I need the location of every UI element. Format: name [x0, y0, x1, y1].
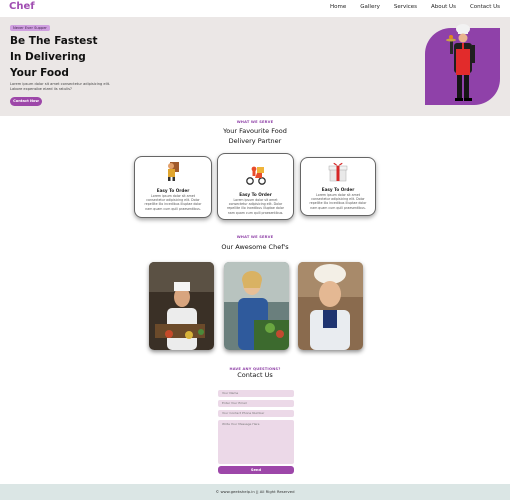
hero-title: Be The Fastest In Delivering Your Food [10, 33, 98, 81]
scooter-delivery-icon [245, 166, 266, 185]
message-textarea[interactable]: Write Your Message Here [218, 420, 294, 464]
chef-illustration [446, 24, 475, 101]
chefs-eyebrow: WHAT WE SERVE [236, 235, 274, 239]
service-card-text: Lorem ipsum dolor sit amet consectetur a… [309, 193, 367, 210]
chef-delivery-icon [168, 162, 179, 181]
phone-field[interactable]: Your Contact Phone Number [218, 410, 294, 417]
service-card-title: Easy To Order [239, 192, 272, 197]
service-card-title: Easy To Order [156, 188, 190, 193]
services-eyebrow: WHAT WE SERVE [236, 120, 274, 124]
service-card-title: Easy To Order [321, 187, 355, 192]
chef-photo [149, 262, 214, 350]
nav-contact[interactable]: Contact Us [470, 4, 500, 10]
hero-title-line: In Delivering [10, 51, 86, 63]
service-card-text: Lorem ipsum dolor sit amet consectetur a… [227, 198, 284, 215]
chefs-title: Our Awesome Chef's [221, 243, 289, 251]
footer: © www.geekshelp.in || All Right Reserved [0, 484, 510, 500]
nav-gallery[interactable]: Gallery [360, 4, 380, 10]
service-card[interactable]: Easy To Order Lorem ipsum dolor sit amet… [134, 156, 212, 218]
name-field[interactable]: Your Name [218, 390, 294, 397]
service-card[interactable]: Easy To Order Lorem ipsum dolor sit amet… [217, 153, 294, 220]
email-field[interactable]: Enter Your Email [218, 400, 294, 407]
nav-about[interactable]: About Us [431, 4, 456, 10]
hero-description: Lorem ipsum dolor sit amet consectetur a… [10, 82, 111, 91]
nav-menu: Home Gallery Services About Us Contact U… [330, 4, 500, 10]
nav-home[interactable]: Home [330, 4, 346, 10]
hero-title-line: Be The Fastest [10, 35, 98, 47]
hero-badge: Never Ever Supper [10, 25, 50, 31]
logo[interactable]: Chef [9, 1, 35, 12]
page: Chef Home Gallery Services About Us Cont… [0, 0, 510, 500]
nav-services[interactable]: Services [394, 4, 417, 10]
contact-title: Contact Us [237, 371, 273, 379]
services-title-line: Delivery Partner [228, 137, 282, 145]
service-card-text: Lorem ipsum dolor sit amet consectetur a… [144, 194, 202, 211]
send-button[interactable]: Send [218, 466, 294, 474]
footer-text: © www.geekshelp.in || All Right Reserved [215, 489, 295, 494]
top-nav: Chef Home Gallery Services About Us Cont… [0, 0, 510, 17]
service-card[interactable]: Easy To Order Lorem ipsum dolor sit amet… [300, 157, 376, 216]
gift-box-icon [328, 162, 348, 182]
chef-photo [224, 262, 289, 350]
chef-photo [298, 262, 363, 350]
contact-now-button[interactable]: Contact Now [10, 97, 42, 106]
hero-section: Never Ever Supper Be The Fastest In Deli… [0, 17, 510, 116]
hero-title-line: Your Food [10, 67, 69, 79]
